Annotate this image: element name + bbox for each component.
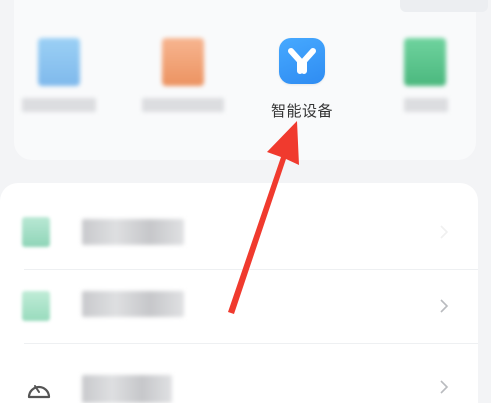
app-tile-blurred-2[interactable]	[140, 38, 226, 128]
blurred-app-icon	[162, 38, 204, 86]
app-tile-blurred-1[interactable]	[16, 38, 102, 128]
gauge-icon	[26, 377, 52, 399]
blurred-app-icon	[38, 38, 80, 86]
row-divider	[24, 343, 478, 344]
blurred-app-label	[142, 98, 224, 112]
chevron-right-icon	[436, 224, 452, 240]
chevron-right-icon	[436, 379, 452, 395]
list-row-3[interactable]	[0, 345, 478, 403]
list-row-1[interactable]	[0, 197, 478, 267]
blurred-row-title	[82, 219, 184, 245]
settings-list-card	[0, 183, 478, 403]
row-divider	[24, 269, 478, 270]
smart-device-y-icon	[279, 38, 325, 84]
blurred-app-label	[22, 98, 96, 112]
blurred-green-icon	[22, 217, 50, 247]
list-row-2[interactable]	[0, 271, 478, 341]
app-tile-smart-device[interactable]: 智能设备	[259, 38, 345, 128]
screen: 智能设备	[0, 0, 491, 403]
blurred-app-icon	[404, 38, 446, 86]
chevron-right-icon	[436, 298, 452, 314]
blurred-green-icon	[22, 291, 50, 321]
app-label-smart-device: 智能设备	[270, 102, 333, 120]
blurred-row-title	[82, 375, 172, 403]
top-card-handle	[400, 0, 488, 12]
blurred-app-label	[404, 98, 448, 112]
app-tile-blurred-3[interactable]	[382, 38, 468, 128]
blurred-row-title	[82, 291, 184, 317]
